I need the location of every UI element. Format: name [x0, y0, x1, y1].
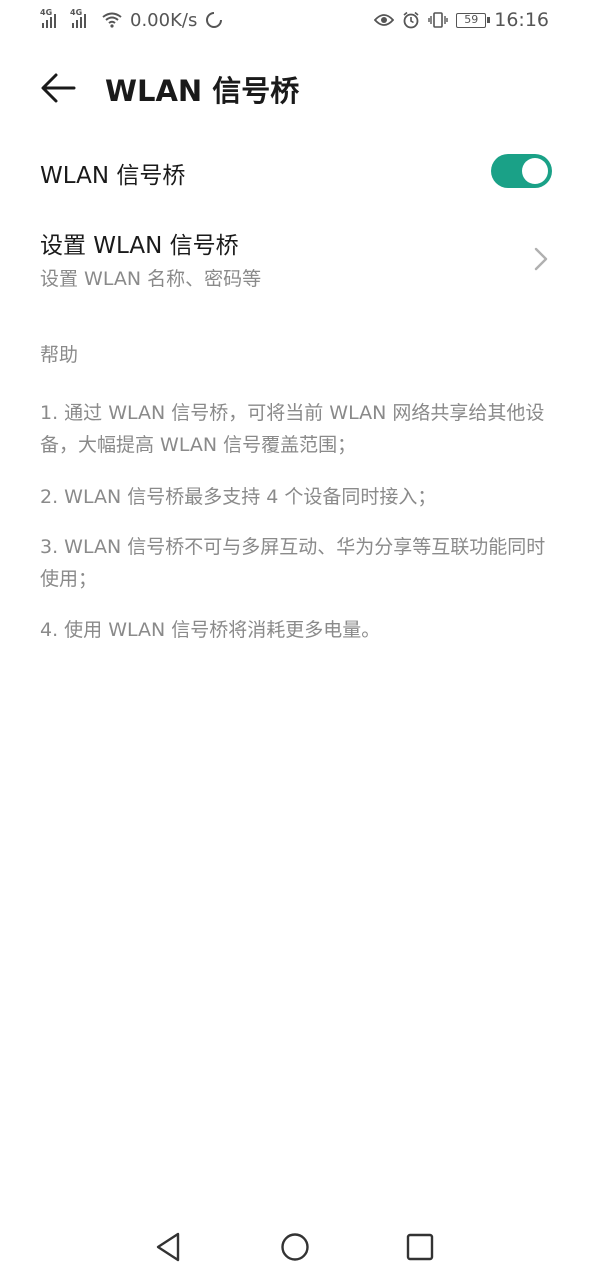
help-item: 2. WLAN 信号桥最多支持 4 个设备同时接入； [40, 486, 437, 508]
signal-icon: 4G [40, 8, 64, 28]
setup-title: 设置 WLAN 信号桥 [40, 233, 239, 259]
sync-icon [206, 12, 223, 28]
alarm-icon [403, 11, 419, 29]
status-left: 4G 4G 0.00K/s [40, 8, 223, 31]
setup-subtitle: 设置 WLAN 名称、密码等 [40, 268, 262, 290]
navigation-bar [0, 1220, 591, 1276]
wifi-icon [102, 12, 122, 28]
wlan-bridge-switch[interactable] [491, 154, 552, 188]
eye-icon [374, 14, 395, 26]
setup-wlan-bridge-item[interactable]: 设置 WLAN 信号桥 设置 WLAN 名称、密码等 [0, 218, 591, 308]
arrow-left-icon[interactable] [38, 70, 78, 106]
clock: 16:16 [494, 9, 549, 31]
app-bar: WLAN 信号桥 [0, 56, 591, 120]
help-item: 3. WLAN 信号桥不可与多屏互动、华为分享等互联功能同时使用； [40, 536, 546, 590]
vibrate-icon [428, 12, 448, 28]
triangle-back-icon[interactable] [152, 1230, 186, 1264]
help-item: 4. 使用 WLAN 信号桥将消耗更多电量。 [40, 619, 381, 641]
switch-knob [522, 158, 548, 184]
battery-icon: 59 [456, 12, 491, 28]
screen: 4G 4G 0.00K/s 59 16:16 WLAN 信号桥 WLAN 信号桥… [0, 0, 591, 1280]
net-speed: 0.00K/s [130, 9, 198, 31]
signal-icon: 4G [70, 8, 94, 28]
help-item: 1. 通过 WLAN 信号桥，可将当前 WLAN 网络共享给其他设备，大幅提高 … [40, 402, 545, 456]
square-recents-icon[interactable] [403, 1230, 437, 1264]
help-title: 帮助 [40, 344, 79, 366]
chevron-right-icon [534, 247, 548, 271]
status-bar: 4G 4G 0.00K/s 59 16:16 [0, 0, 591, 40]
page-title: WLAN 信号桥 [105, 74, 300, 108]
toggle-label: WLAN 信号桥 [40, 163, 186, 189]
circle-home-icon[interactable] [278, 1230, 312, 1264]
status-right: 59 16:16 [374, 9, 549, 31]
